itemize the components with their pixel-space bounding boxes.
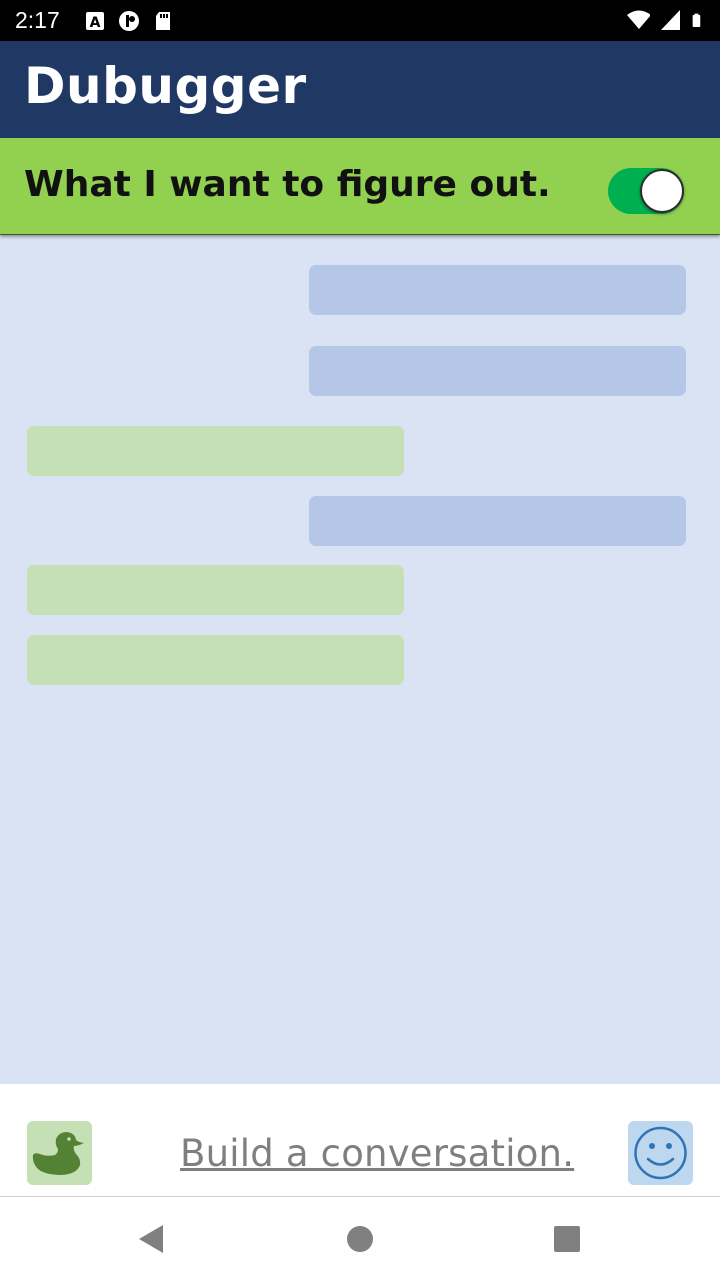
message-bubble-incoming[interactable] [27, 565, 404, 615]
notification-app-icon [119, 11, 139, 31]
message-bubble-incoming[interactable] [27, 635, 404, 685]
sd-card-icon [156, 12, 170, 30]
compose-placeholder[interactable]: Build a conversation. [180, 1132, 574, 1175]
app-bar: Dubugger [0, 41, 720, 138]
battery-icon [692, 13, 701, 27]
topic-bar: What I want to figure out. [0, 138, 720, 235]
cell-signal-icon [661, 10, 680, 30]
topic-toggle-switch[interactable] [608, 168, 686, 214]
home-circle-icon[interactable] [340, 1219, 380, 1259]
duck-button[interactable] [27, 1121, 92, 1185]
smiley-face-icon [634, 1126, 687, 1180]
emoji-button[interactable] [628, 1121, 693, 1185]
svg-text:A: A [90, 15, 101, 31]
status-bar: 2:17 A [0, 0, 720, 41]
app-title: Dubugger [24, 57, 307, 115]
wifi-icon [627, 10, 650, 29]
system-navigation-bar [0, 1197, 720, 1280]
topic-text[interactable]: What I want to figure out. [24, 164, 551, 205]
status-time: 2:17 [15, 7, 60, 33]
compose-bar: Build a conversation. [0, 1084, 720, 1197]
status-notification-icons: A [84, 10, 174, 32]
accessibility-a-icon: A [86, 12, 104, 31]
chat-area[interactable] [0, 235, 720, 1084]
toggle-thumb [640, 169, 684, 213]
message-bubble-outgoing[interactable] [309, 496, 686, 546]
message-bubble-incoming[interactable] [27, 426, 404, 476]
message-bubble-outgoing[interactable] [309, 265, 686, 315]
back-triangle-icon[interactable] [131, 1219, 171, 1259]
recents-square-icon[interactable] [547, 1219, 587, 1259]
status-system-icons [624, 9, 706, 31]
message-bubble-outgoing[interactable] [309, 346, 686, 396]
duck-icon [32, 1132, 84, 1175]
